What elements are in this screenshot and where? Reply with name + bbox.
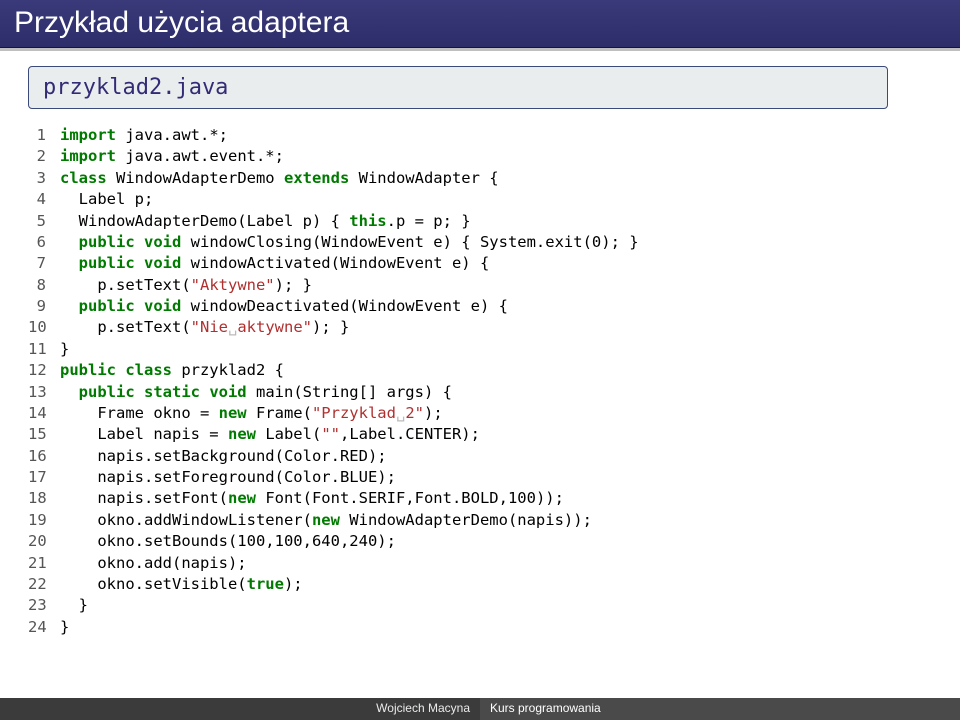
code-line: 6 public void windowClosing(WindowEvent … [28, 232, 932, 253]
line-number: 11 [28, 339, 60, 360]
code-text: } [60, 339, 69, 360]
code-line: 14 Frame okno = new Frame("Przyklad␣2"); [28, 403, 932, 424]
code-line: 20 okno.setBounds(100,100,640,240); [28, 531, 932, 552]
line-number: 5 [28, 211, 60, 232]
code-text: public void windowActivated(WindowEvent … [60, 253, 489, 274]
line-number: 1 [28, 125, 60, 146]
code-line: 23 } [28, 595, 932, 616]
code-line: 19 okno.addWindowListener(new WindowAdap… [28, 510, 932, 531]
filename-label: przyklad2.java [43, 75, 228, 100]
line-number: 14 [28, 403, 60, 424]
code-text: WindowAdapterDemo(Label p) { this.p = p;… [60, 211, 471, 232]
code-line: 3class WindowAdapterDemo extends WindowA… [28, 168, 932, 189]
line-number: 23 [28, 595, 60, 616]
code-text: class WindowAdapterDemo extends WindowAd… [60, 168, 499, 189]
line-number: 15 [28, 424, 60, 445]
code-line: 12public class przyklad2 { [28, 360, 932, 381]
line-number: 4 [28, 189, 60, 210]
line-number: 22 [28, 574, 60, 595]
line-number: 6 [28, 232, 60, 253]
code-text: public void windowClosing(WindowEvent e)… [60, 232, 639, 253]
code-line: 9 public void windowDeactivated(WindowEv… [28, 296, 932, 317]
code-line: 11} [28, 339, 932, 360]
code-text: napis.setForeground(Color.BLUE); [60, 467, 396, 488]
code-line: 15 Label napis = new Label("",Label.CENT… [28, 424, 932, 445]
code-line: 16 napis.setBackground(Color.RED); [28, 446, 932, 467]
code-text: public static void main(String[] args) { [60, 382, 452, 403]
code-line: 18 napis.setFont(new Font(Font.SERIF,Fon… [28, 488, 932, 509]
code-line: 4 Label p; [28, 189, 932, 210]
code-text: p.setText("Aktywne"); } [60, 275, 312, 296]
code-line: 1import java.awt.*; [28, 125, 932, 146]
content-area: przyklad2.java 1import java.awt.*;2impor… [0, 48, 960, 638]
line-number: 7 [28, 253, 60, 274]
code-line: 22 okno.setVisible(true); [28, 574, 932, 595]
code-text: } [60, 595, 88, 616]
code-line: 21 okno.add(napis); [28, 553, 932, 574]
code-line: 13 public static void main(String[] args… [28, 382, 932, 403]
line-number: 17 [28, 467, 60, 488]
code-text: public class przyklad2 { [60, 360, 284, 381]
code-line: 2import java.awt.event.*; [28, 146, 932, 167]
code-text: Frame okno = new Frame("Przyklad␣2"); [60, 403, 443, 424]
code-text: } [60, 617, 69, 638]
line-number: 21 [28, 553, 60, 574]
footer: Wojciech Macyna Kurs programowania [0, 698, 960, 720]
line-number: 3 [28, 168, 60, 189]
footer-course: Kurs programowania [480, 698, 960, 720]
slide-title: Przykład użycia adaptera [0, 0, 960, 46]
code-text: okno.add(napis); [60, 553, 247, 574]
code-listing: 1import java.awt.*;2import java.awt.even… [28, 125, 932, 638]
code-text: public void windowDeactivated(WindowEven… [60, 296, 508, 317]
line-number: 16 [28, 446, 60, 467]
slide: Przykład użycia adaptera przyklad2.java … [0, 0, 960, 720]
line-number: 12 [28, 360, 60, 381]
code-text: p.setText("Nie␣aktywne"); } [60, 317, 349, 338]
filename-box: przyklad2.java [28, 66, 888, 109]
code-text: okno.addWindowListener(new WindowAdapter… [60, 510, 592, 531]
line-number: 13 [28, 382, 60, 403]
footer-author: Wojciech Macyna [0, 698, 480, 720]
code-text: Label p; [60, 189, 153, 210]
line-number: 18 [28, 488, 60, 509]
code-line: 8 p.setText("Aktywne"); } [28, 275, 932, 296]
code-line: 10 p.setText("Nie␣aktywne"); } [28, 317, 932, 338]
line-number: 24 [28, 617, 60, 638]
line-number: 20 [28, 531, 60, 552]
code-text: okno.setVisible(true); [60, 574, 303, 595]
code-text: okno.setBounds(100,100,640,240); [60, 531, 396, 552]
code-text: import java.awt.event.*; [60, 146, 284, 167]
code-line: 7 public void windowActivated(WindowEven… [28, 253, 932, 274]
title-bar: Przykład użycia adaptera [0, 0, 960, 48]
line-number: 19 [28, 510, 60, 531]
line-number: 9 [28, 296, 60, 317]
code-text: Label napis = new Label("",Label.CENTER)… [60, 424, 480, 445]
code-text: napis.setBackground(Color.RED); [60, 446, 387, 467]
line-number: 10 [28, 317, 60, 338]
code-text: import java.awt.*; [60, 125, 228, 146]
code-line: 24} [28, 617, 932, 638]
code-line: 5 WindowAdapterDemo(Label p) { this.p = … [28, 211, 932, 232]
line-number: 8 [28, 275, 60, 296]
code-line: 17 napis.setForeground(Color.BLUE); [28, 467, 932, 488]
line-number: 2 [28, 146, 60, 167]
code-text: napis.setFont(new Font(Font.SERIF,Font.B… [60, 488, 564, 509]
